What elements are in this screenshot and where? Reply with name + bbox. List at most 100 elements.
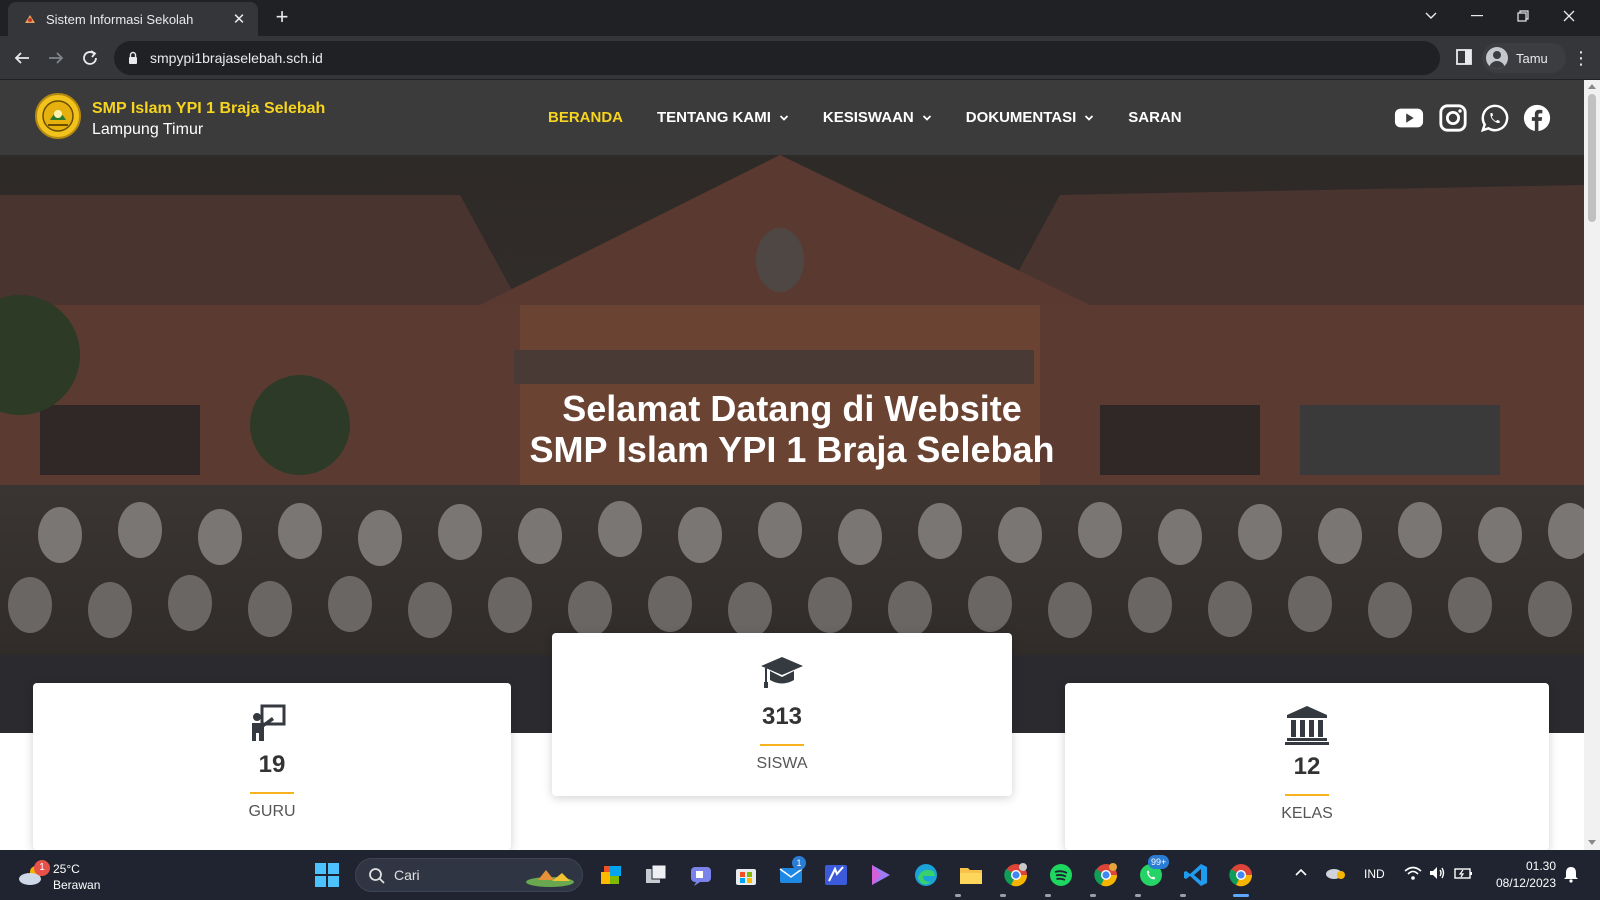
- mail-icon[interactable]: 1: [776, 856, 806, 890]
- app-running-indicator: [955, 894, 961, 897]
- battery-icon[interactable]: [1454, 865, 1474, 884]
- graduation-cap-icon: [552, 653, 1012, 693]
- stat-value: 12: [1293, 753, 1321, 780]
- whatsapp-app-icon[interactable]: 99+: [1136, 855, 1170, 890]
- search-icon: [369, 868, 385, 884]
- start-button[interactable]: [314, 862, 340, 888]
- scroll-down-arrow-icon[interactable]: [1588, 840, 1596, 845]
- teacher-icon: [33, 703, 511, 743]
- nav-item-label: DOKUMENTASI: [965, 109, 1077, 126]
- chevron-down-icon: [922, 114, 931, 121]
- browser-toolbar: smpypi1brajaselebah.sch.id Tamu ⋮: [0, 36, 1600, 80]
- nav-item-dokumentasi[interactable]: DOKUMENTASI: [966, 109, 1095, 126]
- show-hidden-icons-icon[interactable]: [1294, 866, 1308, 880]
- stat-divider: [1285, 794, 1329, 796]
- guest-avatar-icon: [1486, 47, 1508, 69]
- browser-tab[interactable]: Sistem Informasi Sekolah ✕: [8, 2, 258, 36]
- lock-icon: [129, 51, 137, 64]
- language-indicator[interactable]: IND: [1364, 867, 1385, 881]
- restore-button[interactable]: [1500, 0, 1546, 32]
- profile-button[interactable]: Tamu: [1482, 43, 1566, 73]
- url-text: smpypi1brajaselebah.sch.id: [150, 50, 323, 66]
- spotify-icon[interactable]: [1046, 860, 1076, 890]
- tab-title: Sistem Informasi Sekolah: [46, 11, 194, 27]
- stat-value: 313: [761, 703, 803, 730]
- edge-browser-icon[interactable]: [911, 860, 941, 890]
- stat-card-guru: 19 GURU: [33, 683, 511, 850]
- hero-title-line2: SMP Islam YPI 1 Braja Selebah: [529, 429, 1055, 470]
- tab-close-icon[interactable]: ✕: [230, 10, 248, 28]
- nav-item-kesiswaan[interactable]: KESISWAAN: [823, 109, 932, 126]
- task-view-icon[interactable]: [641, 860, 671, 890]
- wifi-icon[interactable]: [1404, 865, 1422, 884]
- whatsapp-badge: 99+: [1148, 855, 1170, 869]
- chevron-down-icon: [779, 114, 789, 121]
- page-scrollbar[interactable]: [1584, 80, 1600, 850]
- weather-widget[interactable]: 1 25°C Berawan: [16, 856, 116, 894]
- scroll-up-arrow-icon[interactable]: [1588, 84, 1596, 89]
- clock-time: 01.30: [1525, 859, 1556, 873]
- copilot-app-icon[interactable]: [596, 860, 626, 890]
- nav-item-saran[interactable]: SARAN: [1128, 109, 1181, 126]
- browser-menu-icon[interactable]: ⋮: [1572, 46, 1590, 70]
- stat-label: GURU: [248, 803, 296, 820]
- nav-item-label: SARAN: [1128, 109, 1182, 126]
- notification-bell-icon[interactable]: [1563, 865, 1579, 886]
- nav-item-tentang-kami[interactable]: TENTANG KAMI: [657, 109, 789, 126]
- minimize-button[interactable]: [1454, 0, 1500, 32]
- stat-label: KELAS: [1281, 805, 1333, 822]
- vscode-icon[interactable]: [1181, 860, 1211, 890]
- search-placeholder: Cari: [394, 867, 420, 883]
- main-nav: BERANDA TENTANG KAMI KESISWAAN DOKUMENTA…: [548, 80, 1216, 155]
- whatsapp-icon[interactable]: [1479, 102, 1511, 134]
- app-running-indicator: [1135, 894, 1141, 897]
- brand-name[interactable]: SMP Islam YPI 1 Braja Selebah: [92, 100, 325, 118]
- new-tab-button[interactable]: +: [270, 6, 294, 30]
- tab-strip: Sistem Informasi Sekolah ✕ +: [0, 0, 1600, 36]
- close-window-button[interactable]: [1546, 0, 1592, 32]
- app-running-indicator: [1180, 894, 1186, 897]
- stat-card-kelas: 12 KELAS: [1065, 683, 1549, 850]
- reload-button[interactable]: [78, 46, 102, 70]
- app-running-indicator: [1000, 894, 1006, 897]
- media-player-icon[interactable]: [866, 860, 896, 890]
- stat-card-siswa: 313 SISWA: [552, 633, 1012, 796]
- chrome-second-profile-icon[interactable]: [1091, 860, 1121, 890]
- nav-item-beranda[interactable]: BERANDA: [548, 109, 623, 126]
- forward-button[interactable]: [44, 46, 68, 70]
- youtube-icon[interactable]: [1393, 102, 1425, 134]
- stat-label: SISWA: [756, 755, 808, 772]
- nav-item-label: KESISWAAN: [822, 109, 914, 126]
- file-explorer-icon[interactable]: [956, 860, 986, 890]
- clock-date: 08/12/2023: [1495, 876, 1556, 890]
- chrome-active-icon[interactable]: [1226, 860, 1256, 890]
- back-button[interactable]: [10, 46, 34, 70]
- weather-condition: Berawan: [53, 878, 101, 892]
- instagram-icon[interactable]: [1437, 102, 1469, 134]
- onedrive-icon[interactable]: [1324, 864, 1346, 883]
- taskbar-search[interactable]: Cari: [355, 858, 583, 892]
- tab-search-dropdown-icon[interactable]: [1408, 0, 1454, 32]
- pen-app-icon[interactable]: [821, 860, 851, 890]
- profile-label: Tamu: [1516, 50, 1548, 66]
- page-viewport: SMP Islam YPI 1 Braja Selebah Lampung Ti…: [0, 80, 1584, 850]
- app-running-indicator: [1045, 894, 1051, 897]
- weather-badge: 1: [34, 860, 50, 876]
- nav-item-label: BERANDA: [548, 109, 623, 126]
- scrollbar-thumb[interactable]: [1588, 94, 1596, 222]
- stat-divider: [250, 792, 294, 794]
- app-active-indicator: [1233, 894, 1249, 897]
- address-bar[interactable]: smpypi1brajaselebah.sch.id: [114, 41, 1440, 75]
- microsoft-store-icon[interactable]: [731, 860, 761, 890]
- stat-divider: [760, 744, 804, 746]
- facebook-icon[interactable]: [1521, 102, 1553, 134]
- teams-chat-icon[interactable]: [686, 860, 716, 890]
- school-logo[interactable]: [34, 92, 82, 140]
- stat-value: 19: [258, 751, 286, 778]
- hero-title-line1: Selamat Datang di Website: [562, 388, 1022, 429]
- system-clock[interactable]: 01.30 08/12/2023: [1480, 858, 1556, 892]
- mail-badge: 1: [792, 856, 806, 870]
- volume-icon[interactable]: [1428, 865, 1446, 884]
- side-panel-icon[interactable]: [1455, 48, 1475, 68]
- chrome-profile-icon[interactable]: [1001, 860, 1031, 890]
